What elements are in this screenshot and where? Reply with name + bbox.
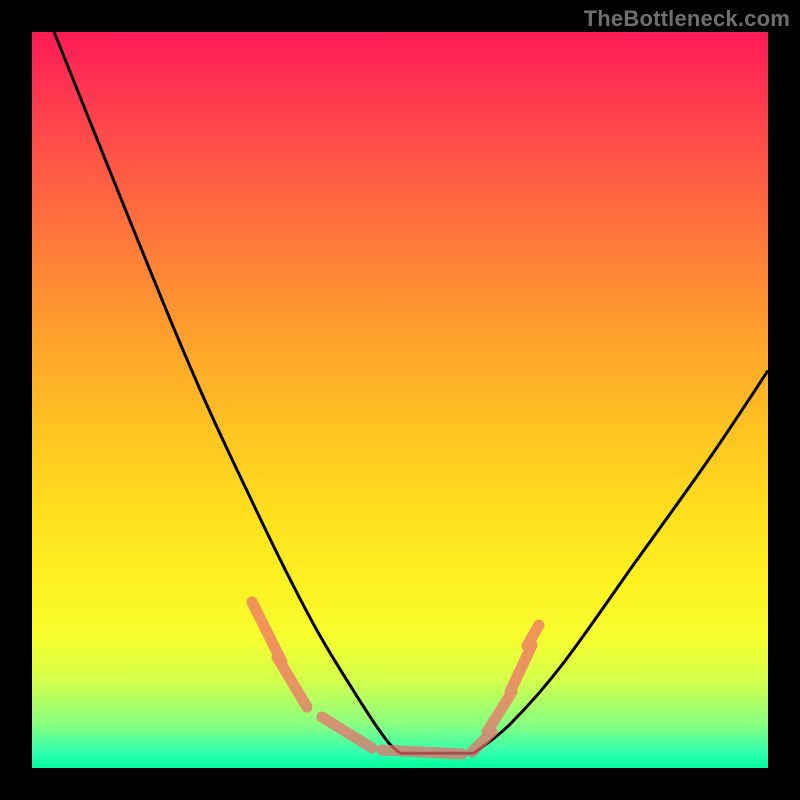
curve-right-branch bbox=[474, 371, 768, 754]
chart-svg bbox=[32, 32, 768, 768]
marker-segment bbox=[510, 645, 532, 692]
chart-frame bbox=[32, 32, 768, 768]
curve-left-branch bbox=[54, 32, 400, 753]
watermark: TheBottleneck.com bbox=[584, 6, 790, 32]
marker-segment bbox=[527, 625, 539, 646]
marker-segment bbox=[277, 657, 307, 707]
marker-segment bbox=[382, 750, 462, 754]
marker-overlay bbox=[252, 602, 539, 754]
marker-segment bbox=[322, 717, 372, 748]
